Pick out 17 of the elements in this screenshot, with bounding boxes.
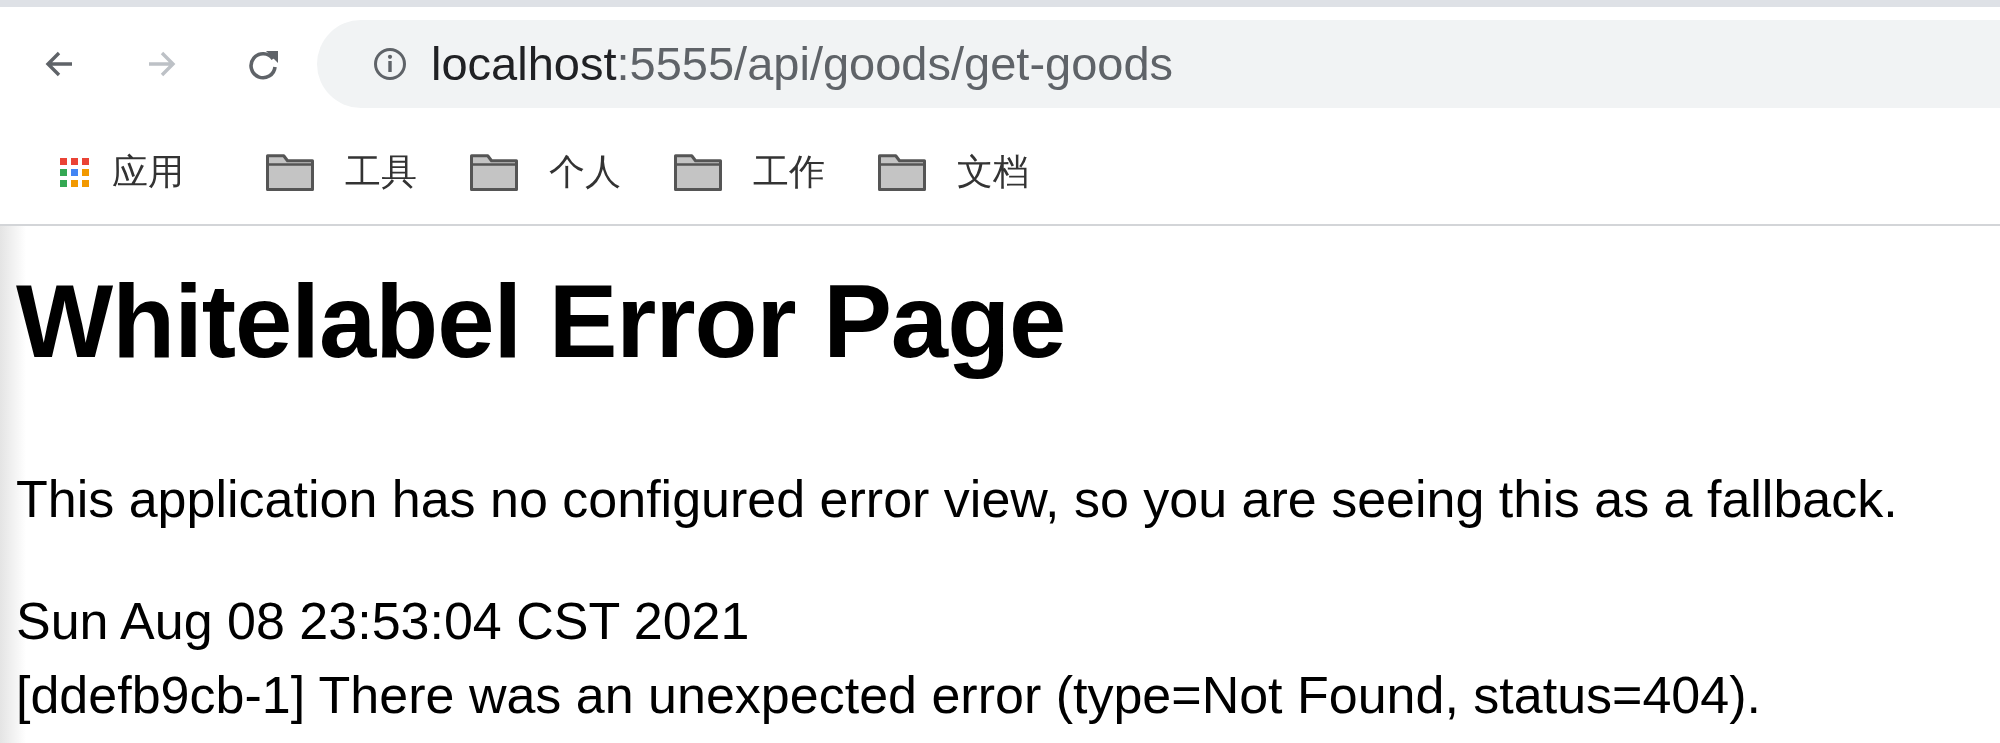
page-heading: Whitelabel Error Page — [16, 264, 1067, 379]
error-detail: Sun Aug 08 23:53:04 CST 2021 — [16, 591, 751, 652]
folder-icon — [469, 152, 519, 192]
address-bar[interactable]: localhost:5555/api/goods/get-goods — [317, 19, 2000, 108]
error-detail: [ddefb9cb-1] There was an unexpected error (type=Not Found, status=404). — [16, 665, 1762, 726]
bookmark-item[interactable]: 文档 — [877, 147, 1029, 197]
bookmark-item[interactable]: 个人 — [469, 147, 621, 197]
error-message: This application has no configured error view, so you are seeing this as a fallback. — [16, 469, 1899, 530]
bookmark-item[interactable]: 工作 — [673, 147, 825, 197]
apps-grid-icon — [60, 157, 89, 187]
bookmark-item[interactable]: 应用 — [60, 147, 184, 197]
folder-icon — [265, 152, 315, 192]
url-text: localhost:5555/api/goods/get-goods — [431, 36, 1174, 91]
bookmark-item[interactable]: 工具 — [265, 147, 417, 197]
folder-icon — [877, 152, 927, 192]
folder-icon — [673, 152, 723, 192]
info-icon[interactable] — [373, 46, 407, 81]
